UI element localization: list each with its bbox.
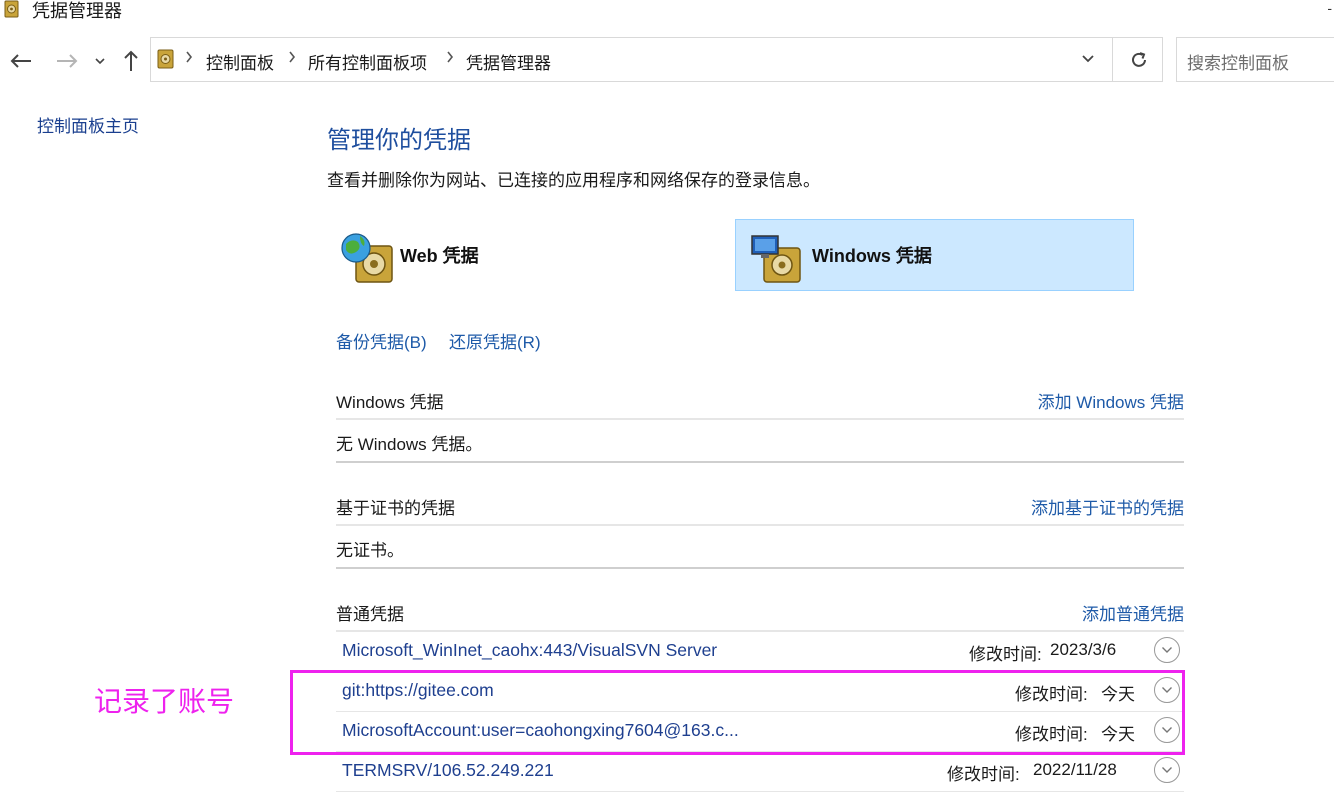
back-arrow-icon[interactable] xyxy=(6,46,36,76)
up-arrow-icon[interactable] xyxy=(116,46,146,76)
generic-credentials-header: 普通凭据 添加普通凭据 xyxy=(336,592,1184,632)
expand-chevron-icon[interactable] xyxy=(1154,637,1180,663)
backup-credentials-link[interactable]: 备份凭据(B) xyxy=(336,328,427,353)
breadcrumb-all-items[interactable]: 所有控制面板项 xyxy=(308,49,427,74)
windows-credentials-empty: 无 Windows 凭据。 xyxy=(336,421,1184,463)
empty-text: 无证书。 xyxy=(336,541,404,560)
modified-label: 修改时间: xyxy=(947,765,1020,784)
window-title: 凭据管理器 xyxy=(32,1,122,21)
credential-row[interactable]: Microsoft_WinInet_caohx:443/VisualSVN Se… xyxy=(336,632,1184,672)
add-windows-credential-link[interactable]: 添加 Windows 凭据 xyxy=(1038,388,1184,413)
search-input[interactable]: 搜索控制面板 xyxy=(1176,37,1334,82)
tab-web-credentials[interactable]: Web 凭据 xyxy=(336,219,716,291)
address-divider xyxy=(1112,37,1113,82)
recent-locations-chevron-icon[interactable] xyxy=(86,46,114,76)
breadcrumb-control-panel[interactable]: 控制面板 xyxy=(206,49,274,74)
refresh-icon[interactable] xyxy=(1116,37,1162,82)
credential-row[interactable]: TERMSRV/106.52.249.221 修改时间: 2022/11/28 xyxy=(336,752,1184,792)
restore-credentials-link[interactable]: 还原凭据(R) xyxy=(449,328,541,353)
control-panel-home-link[interactable]: 控制面板主页 xyxy=(37,112,139,137)
section-title: 普通凭据 xyxy=(336,605,404,624)
add-generic-credential-link[interactable]: 添加普通凭据 xyxy=(1082,600,1184,625)
expand-chevron-icon[interactable] xyxy=(1154,757,1180,783)
tab-windows-credentials[interactable]: Windows 凭据 xyxy=(735,219,1134,291)
page-title: 管理你的凭据 xyxy=(327,127,471,154)
minimize-button[interactable]: - xyxy=(1327,0,1332,16)
modified-date: 2023/3/6 xyxy=(1050,640,1117,659)
modified-label: 修改时间: xyxy=(969,645,1042,664)
breadcrumb-credential-manager[interactable]: 凭据管理器 xyxy=(466,49,551,74)
tab-web-credentials-label: Web 凭据 xyxy=(400,246,479,266)
modified-date: 2022/11/28 xyxy=(1033,760,1117,779)
address-history-chevron-icon[interactable] xyxy=(1081,47,1095,70)
address-bar[interactable]: 控制面板 所有控制面板项 凭据管理器 xyxy=(150,37,1163,82)
annotation-highlight-box xyxy=(290,670,1185,755)
forward-arrow-icon[interactable] xyxy=(52,46,82,76)
breadcrumb-separator-icon xyxy=(185,50,193,66)
credential-name: Microsoft_WinInet_caohx:443/VisualSVN Se… xyxy=(342,640,718,660)
tab-windows-credentials-label: Windows 凭据 xyxy=(812,246,932,266)
control-panel-icon xyxy=(157,49,175,69)
annotation-text: 记录了账号 xyxy=(94,686,235,717)
empty-text: 无 Windows 凭据。 xyxy=(336,435,483,454)
web-credential-safe-icon xyxy=(336,226,394,284)
windows-credentials-header: Windows 凭据 添加 Windows 凭据 xyxy=(336,380,1184,420)
credential-manager-icon xyxy=(4,0,20,18)
breadcrumb-separator-icon xyxy=(288,50,296,66)
section-title: Windows 凭据 xyxy=(336,393,444,412)
cert-credentials-empty: 无证书。 xyxy=(336,527,1184,569)
cert-credentials-header: 基于证书的凭据 添加基于证书的凭据 xyxy=(336,486,1184,526)
breadcrumb-separator-icon xyxy=(446,50,454,66)
section-title: 基于证书的凭据 xyxy=(336,499,455,518)
windows-credential-safe-icon xyxy=(748,226,806,284)
credential-name: TERMSRV/106.52.249.221 xyxy=(342,760,554,780)
page-description: 查看并删除你为网站、已连接的应用程序和网络保存的登录信息。 xyxy=(327,171,820,190)
add-cert-credential-link[interactable]: 添加基于证书的凭据 xyxy=(1031,494,1184,519)
